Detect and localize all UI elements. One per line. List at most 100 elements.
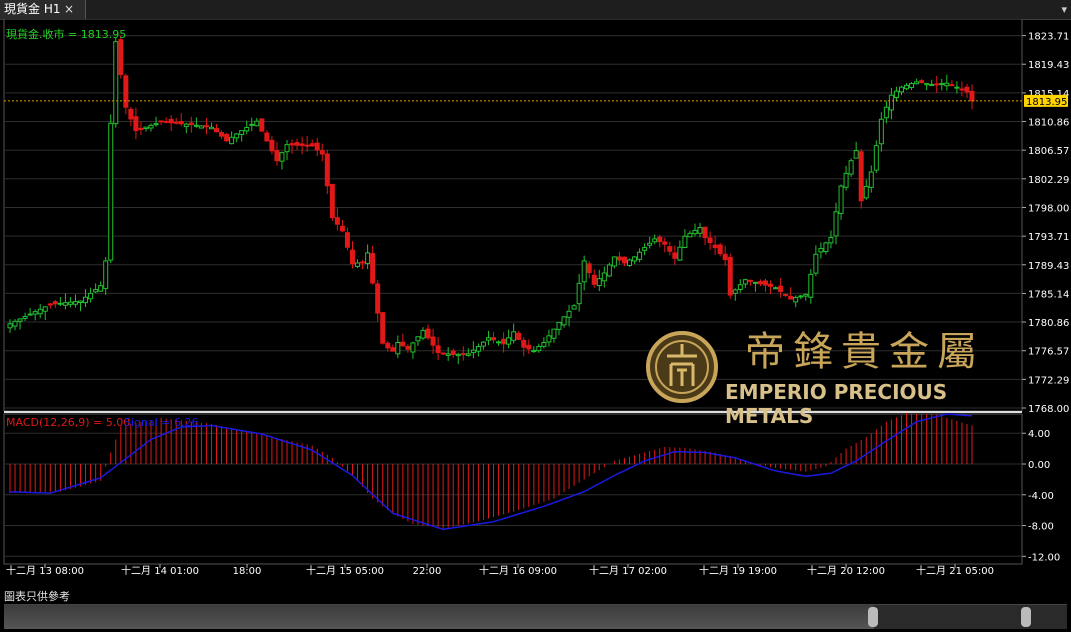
bear-candle [586, 263, 592, 274]
bear-candle [385, 342, 391, 349]
macd-tick-label: -12.00 [1028, 552, 1060, 563]
scroll-right-handle[interactable] [1021, 607, 1031, 627]
price-tick-label: 1776.57 [1028, 347, 1069, 358]
bull-candle [410, 342, 416, 353]
bull-candle [284, 144, 290, 153]
bear-candle [672, 252, 678, 259]
bull-candle [22, 316, 28, 319]
bear-candle [324, 153, 330, 187]
bull-candle [627, 259, 633, 266]
bull-candle [153, 123, 159, 126]
bull-candle [234, 133, 240, 139]
bear-candle [516, 332, 522, 340]
bull-candle [939, 83, 945, 86]
bear-candle [747, 279, 753, 282]
bear-candle [168, 118, 174, 124]
bull-candle [687, 232, 693, 238]
bear-candle [757, 281, 763, 285]
price-tick-label: 1798.00 [1028, 203, 1069, 214]
bull-candle [506, 337, 512, 345]
bear-candle [501, 338, 507, 345]
current-price-label: 1813.95 [1026, 97, 1067, 108]
bull-candle [803, 293, 809, 297]
bull-candle [893, 90, 899, 98]
bear-candle [717, 244, 723, 255]
bull-candle [229, 136, 235, 145]
bull-candle [67, 301, 73, 305]
bull-candle [42, 306, 48, 312]
bear-candle [959, 88, 965, 91]
bear-candle [762, 280, 768, 286]
bear-candle [435, 345, 441, 354]
bear-candle [329, 183, 335, 218]
bear-candle [657, 236, 663, 243]
bull-candle [365, 252, 371, 264]
bear-candle [778, 285, 784, 292]
bull-candle [823, 242, 829, 253]
bear-candle [289, 143, 295, 146]
bear-candle [360, 261, 366, 264]
chart-area[interactable]: 1823.711819.431815.141810.861806.571802.… [0, 19, 1071, 588]
bear-candle [491, 337, 497, 341]
bull-candle [12, 320, 18, 327]
bear-candle [304, 144, 310, 147]
bull-candle [254, 120, 260, 127]
bear-candle [662, 241, 668, 245]
bull-candle [697, 227, 703, 234]
overview-scrollbar[interactable] [4, 604, 1067, 629]
bull-candle [692, 229, 698, 235]
bull-candle [239, 130, 245, 135]
tab-menu-icon[interactable]: ▾ [1061, 0, 1067, 19]
bull-candle [732, 289, 738, 294]
bear-candle [349, 249, 355, 265]
bear-candle [339, 225, 345, 232]
bull-candle [62, 302, 68, 306]
time-tick-label: 十二月 17 02:00 [589, 564, 667, 577]
macd-info-label: MACD(12,26,9) = 5.00 [6, 416, 130, 429]
bull-candle [793, 296, 799, 303]
bull-candle [475, 346, 481, 352]
bull-candle [833, 211, 839, 237]
price-info-label: 現貨金.收市 = 1813.95 [6, 27, 126, 41]
bull-candle [108, 122, 114, 261]
bull-candle [566, 310, 572, 318]
price-tick-label: 1810.86 [1028, 118, 1069, 129]
logo-chinese-text: 帝鋒貴金屬 [745, 329, 985, 375]
bear-candle [858, 151, 864, 202]
bear-candle [294, 142, 300, 146]
bull-candle [596, 278, 602, 287]
bear-candle [667, 246, 673, 252]
bull-candle [198, 125, 204, 129]
time-tick-label: 22:00 [413, 566, 442, 577]
bull-candle [395, 341, 401, 355]
bull-candle [415, 336, 421, 342]
close-icon[interactable]: × [64, 0, 74, 19]
bull-candle [98, 285, 104, 292]
bear-candle [163, 120, 169, 123]
bear-candle [919, 80, 925, 84]
bear-candle [616, 256, 622, 261]
scroll-left-handle[interactable] [868, 607, 878, 627]
bear-candle [178, 120, 184, 125]
bull-candle [7, 323, 13, 329]
bear-candle [334, 217, 340, 225]
chart-tab[interactable]: 現貨金 H1 × [0, 0, 86, 19]
bear-candle [133, 116, 139, 132]
bear-candle [450, 350, 456, 356]
bear-candle [299, 143, 305, 146]
price-tick-label: 1793.71 [1028, 232, 1069, 243]
macd-tick-label: -8.00 [1028, 522, 1054, 533]
bull-candle [773, 287, 779, 290]
bear-candle [370, 253, 376, 284]
bull-candle [853, 150, 859, 159]
bull-candle [103, 260, 109, 289]
bull-candle [355, 262, 361, 267]
bear-candle [722, 253, 728, 261]
price-tick-label: 1819.43 [1028, 60, 1069, 71]
price-tick-label: 1806.57 [1028, 146, 1069, 157]
bear-candle [203, 125, 209, 128]
time-tick-label: 十二月 16 09:00 [479, 564, 557, 577]
bear-candle [158, 120, 164, 123]
bull-candle [485, 337, 491, 341]
bull-candle [561, 316, 567, 326]
